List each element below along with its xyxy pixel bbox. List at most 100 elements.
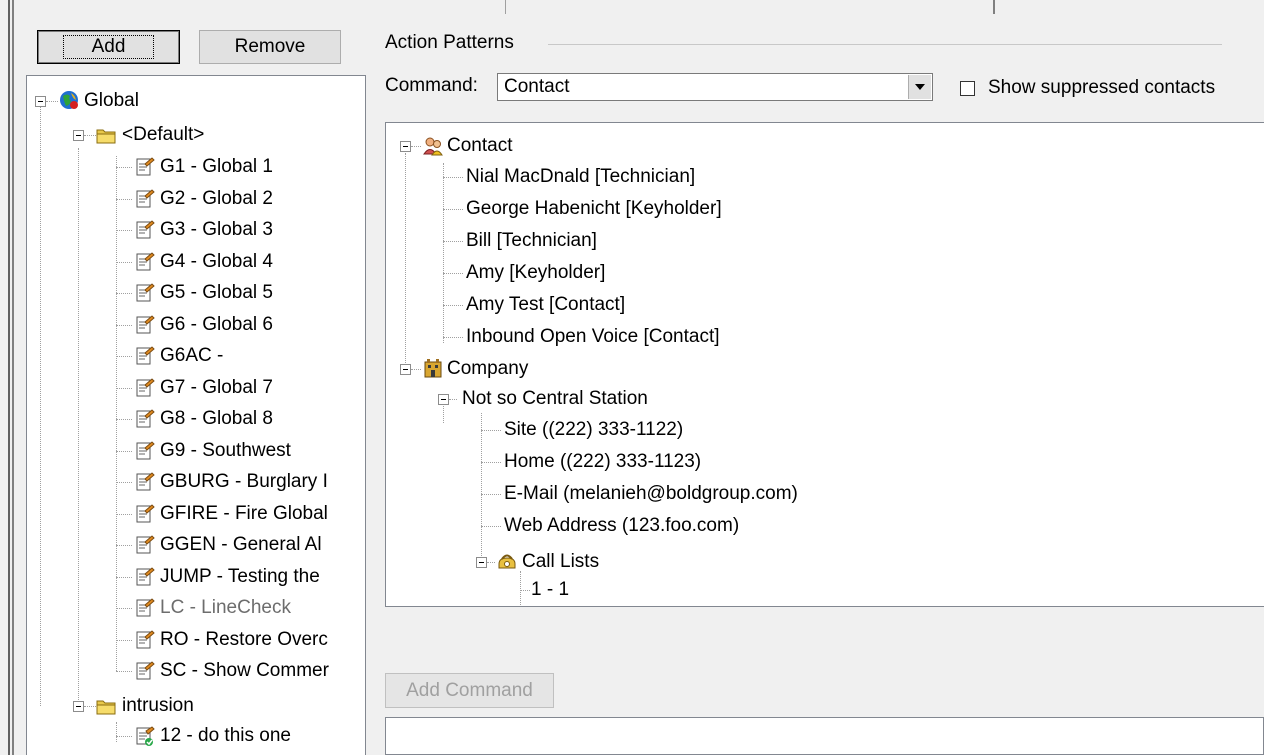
tab-divider xyxy=(993,0,995,14)
tree-node-station[interactable]: Not so Central Station xyxy=(386,384,1264,414)
tree-label-item: G5 - Global 5 xyxy=(160,282,273,303)
action-patterns-title: Action Patterns xyxy=(385,32,514,53)
collapse-icon[interactable] xyxy=(476,557,487,568)
tree-item-contact[interactable]: Amy Test [Contact] xyxy=(386,290,1264,320)
tree-item[interactable]: G1 - Global 1 xyxy=(27,152,365,182)
tree-label-contact-item: Amy [Keyholder] xyxy=(466,262,606,283)
tree-item-call-list[interactable]: 1 - 1 xyxy=(386,575,1264,605)
tree-label-contact-item: George Habenicht [Keyholder] xyxy=(466,198,722,219)
notepad-icon xyxy=(136,598,155,617)
tree-label-item: G7 - Global 7 xyxy=(160,376,273,398)
tree-node-default[interactable]: <Default> xyxy=(27,120,365,150)
tree-node-global[interactable]: Global xyxy=(27,86,365,116)
collapse-icon[interactable] xyxy=(438,394,449,405)
tree-label-item: LC - LineCheck xyxy=(160,597,291,618)
tree-label-item: G6AC - xyxy=(160,345,224,366)
tree-item-station[interactable]: Home ((222) 333-1123) xyxy=(386,447,1264,477)
tree-item-contact[interactable]: George Habenicht [Keyholder] xyxy=(386,194,1264,224)
notepad-icon xyxy=(136,629,155,648)
notepad-icon xyxy=(136,566,155,585)
add-button-label: Add xyxy=(62,35,155,59)
collapse-icon[interactable] xyxy=(73,701,84,712)
tree-item[interactable]: G7 - Global 7 xyxy=(27,373,365,403)
tree-label-item: 12 - do this one xyxy=(160,725,291,746)
collapse-icon[interactable] xyxy=(400,141,411,152)
collapse-icon[interactable] xyxy=(35,96,46,107)
notepad-icon xyxy=(136,661,155,680)
tree-item[interactable]: G9 - Southwest xyxy=(27,436,365,466)
notepad-icon xyxy=(136,283,155,302)
tree-label-contact: Contact xyxy=(447,135,513,156)
tree-item-contact[interactable]: Bill [Technician] xyxy=(386,226,1264,256)
tree-item[interactable]: RO - Restore Overc xyxy=(27,625,365,655)
chevron-down-icon[interactable] xyxy=(908,75,931,99)
tree-item[interactable]: G6 - Global 6 xyxy=(27,310,365,340)
tree-item-contact[interactable]: Nial MacDnald [Technician] xyxy=(386,162,1264,192)
tree-item[interactable]: G4 - Global 4 xyxy=(27,247,365,277)
notepad-icon xyxy=(136,157,155,176)
folder-icon xyxy=(96,129,116,144)
command-select[interactable]: Contact xyxy=(497,73,933,101)
tree-item[interactable]: G6AC - xyxy=(27,341,365,371)
tree-label-contact-item: Amy Test [Contact] xyxy=(466,294,626,315)
tree-item[interactable]: G5 - Global 5 xyxy=(27,278,365,308)
tree-label-item: SC - Show Commer xyxy=(160,660,329,681)
pattern-tree[interactable]: Global <Default> G1 - Global 1 G2 - Globa… xyxy=(26,75,366,755)
tree-label-item: G8 - Global 8 xyxy=(160,408,273,429)
command-value: Contact xyxy=(504,76,570,97)
tree-label-item: GGEN - General Al xyxy=(160,534,322,555)
tree-node-company[interactable]: Company xyxy=(386,354,1264,384)
tree-label-station: Not so Central Station xyxy=(462,388,648,409)
tree-item[interactable]: JUMP - Testing the xyxy=(27,562,365,592)
collapse-icon[interactable] xyxy=(400,364,411,375)
tree-label-station-item: Web Address (123.foo.com) xyxy=(504,515,740,536)
tree-label-station-item: Home ((222) 333-1123) xyxy=(504,451,702,472)
contact-tree[interactable]: Contact Nial MacDnald [Technician] George… xyxy=(385,122,1264,607)
tree-item-station[interactable]: Web Address (123.foo.com) xyxy=(386,511,1264,541)
tree-label-call-list-item: 1 - 1 xyxy=(531,579,570,600)
tree-item-station[interactable]: Site ((222) 333-1122) xyxy=(386,415,1264,445)
tree-item[interactable]: G8 - Global 8 xyxy=(27,404,365,434)
tree-label-contact-item: Bill [Technician] xyxy=(466,230,597,251)
tree-label-item: RO - Restore Overc xyxy=(160,628,328,650)
tree-item[interactable]: SC - Show Commer xyxy=(27,656,365,686)
top-strip xyxy=(0,0,1264,14)
show-suppressed-label[interactable]: Show suppressed contacts xyxy=(988,77,1215,99)
command-label: Command: xyxy=(385,75,478,96)
notepad-icon xyxy=(136,377,155,396)
tree-item-12[interactable]: 12 - do this one xyxy=(27,721,365,751)
tree-node-call-lists[interactable]: Call Lists xyxy=(386,547,1264,577)
notepad-icon xyxy=(136,503,155,522)
notepad-icon xyxy=(136,346,155,365)
remove-button[interactable]: Remove xyxy=(199,30,341,64)
collapse-icon[interactable] xyxy=(73,130,84,141)
notepad-icon xyxy=(136,220,155,239)
tree-label-item: G4 - Global 4 xyxy=(160,250,273,272)
left-frame-line xyxy=(12,0,14,755)
tree-label-intrusion: intrusion xyxy=(122,695,194,716)
command-memo[interactable] xyxy=(385,717,1264,755)
notepad-icon xyxy=(136,188,155,207)
tree-item-contact[interactable]: Amy [Keyholder] xyxy=(386,258,1264,288)
tree-label-item: JUMP - Testing the xyxy=(160,565,320,587)
show-suppressed-checkbox[interactable] xyxy=(960,81,975,96)
tree-label-item: G6 - Global 6 xyxy=(160,313,273,335)
tree-item[interactable]: GBURG - Burglary I xyxy=(27,467,365,497)
tree-label-default: <Default> xyxy=(122,124,205,145)
notepad-icon xyxy=(136,314,155,333)
tree-node-contact[interactable]: Contact xyxy=(386,131,1264,161)
tree-label-global: Global xyxy=(84,90,139,111)
add-button[interactable]: Add xyxy=(37,30,180,64)
tree-item[interactable]: G2 - Global 2 xyxy=(27,184,365,214)
tree-item[interactable]: GFIRE - Fire Global xyxy=(27,499,365,529)
add-command-button[interactable]: Add Command xyxy=(385,673,554,708)
tree-item[interactable]: G3 - Global 3 xyxy=(27,215,365,245)
tree-item[interactable]: LC - LineCheck xyxy=(27,593,365,623)
tree-item[interactable]: GGEN - General Al xyxy=(27,530,365,560)
contacts-icon xyxy=(423,137,443,156)
tree-node-intrusion[interactable]: intrusion xyxy=(27,691,365,721)
tree-item-station[interactable]: E-Mail (melanieh@boldgroup.com) xyxy=(386,479,1264,509)
tree-item-contact[interactable]: Inbound Open Voice [Contact] xyxy=(386,322,1264,352)
notepad-icon xyxy=(136,440,155,459)
checked-pad-icon xyxy=(136,726,155,746)
